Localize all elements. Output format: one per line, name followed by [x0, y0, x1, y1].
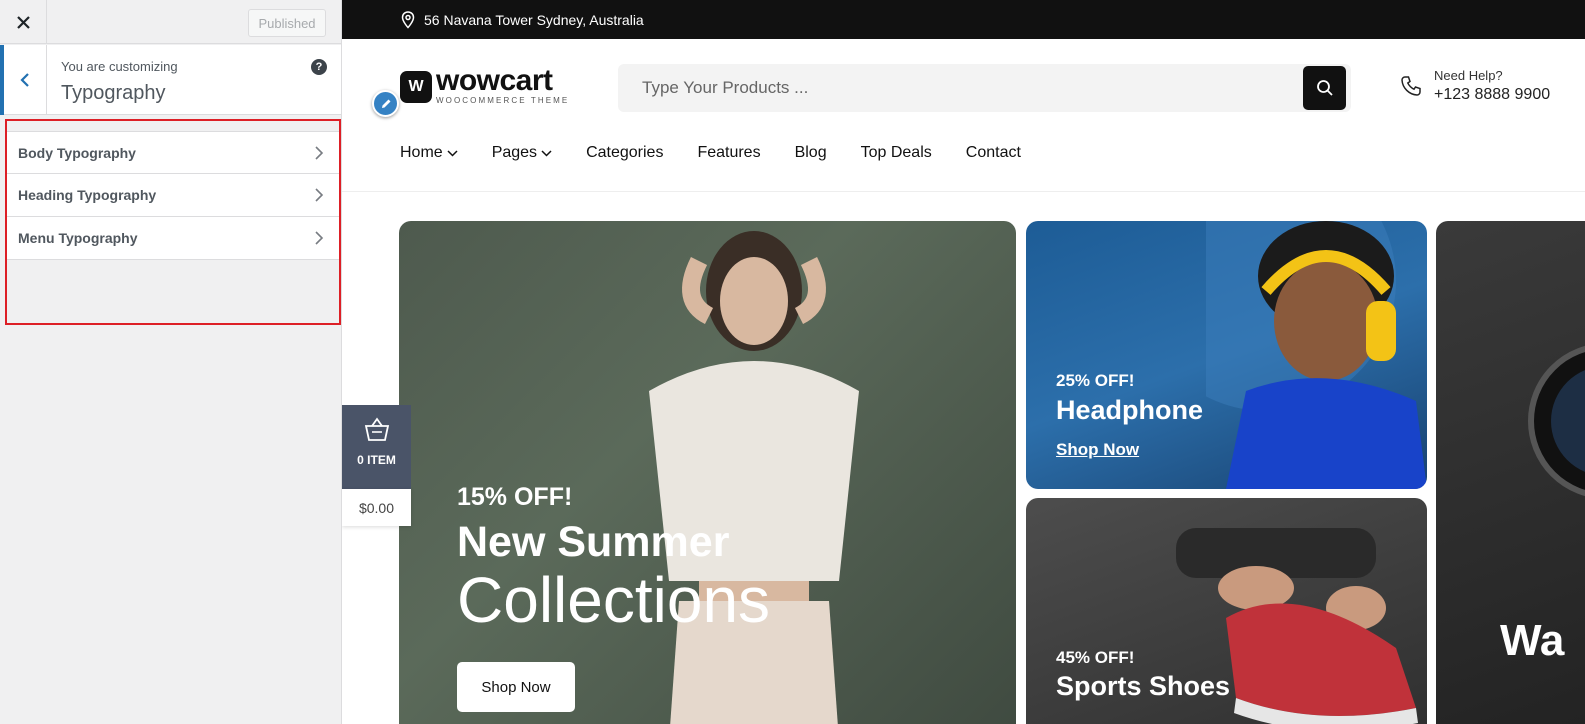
nav-label: Home: [400, 144, 443, 161]
panel-item-label: Body Typography: [18, 144, 136, 161]
model-figure-image: [649, 231, 859, 724]
main-banner-title-line2: Collections: [457, 564, 771, 636]
help-contact: Need Help? +123 8888 9900: [1400, 68, 1550, 104]
shoes-title: Sports Shoes: [1056, 671, 1231, 701]
publish-button[interactable]: Published: [248, 9, 326, 37]
close-button[interactable]: [0, 0, 47, 44]
nav-label: Features: [697, 144, 761, 161]
panel-heading-typography[interactable]: Heading Typography: [7, 174, 339, 217]
section-header: You are customizing Typography ?: [0, 45, 341, 115]
nav-categories[interactable]: Categories: [586, 144, 663, 162]
nav-label: Contact: [965, 144, 1021, 161]
location-pin-icon: [401, 10, 415, 29]
pencil-icon: [381, 99, 390, 108]
search-input[interactable]: [618, 64, 1298, 112]
chevron-right-icon: [315, 188, 324, 202]
section-title: Typography: [61, 82, 166, 104]
nav-pages[interactable]: Pages: [492, 144, 552, 162]
main-nav: Home Pages Categories Features Blog Top …: [400, 144, 1055, 162]
banner-watch: Wa: [1436, 221, 1585, 724]
nav-label: Categories: [586, 144, 664, 161]
cart-total: $0.00: [342, 489, 411, 526]
top-bar: 56 Navana Tower Sydney, Australia: [342, 0, 1585, 39]
nav-label: Pages: [491, 144, 538, 161]
site-logo[interactable]: W wowcart WOOCOMMERCE THEME: [400, 64, 570, 105]
banner-sports-shoes: 45% OFF! Sports Shoes: [1026, 498, 1427, 724]
site-preview: 56 Navana Tower Sydney, Australia W wowc…: [342, 0, 1585, 724]
help-title: Need Help?: [1434, 68, 1503, 83]
cart-summary[interactable]: 0 ITEM: [342, 405, 411, 489]
nav-blog[interactable]: Blog: [795, 144, 827, 162]
search-button[interactable]: [1303, 66, 1346, 110]
chevron-right-icon: [315, 231, 324, 245]
chevron-right-icon: [315, 146, 324, 160]
logo-text: wowcart: [436, 64, 553, 97]
headphone-discount: 25% OFF!: [1056, 371, 1135, 390]
watch-image: [1528, 345, 1585, 497]
panel-item-label: Menu Typography: [18, 230, 138, 246]
shoes-discount: 45% OFF!: [1056, 648, 1135, 667]
logo-subtitle: WOOCOMMERCE THEME: [436, 96, 570, 105]
nav-features[interactable]: Features: [697, 144, 760, 162]
headphone-model-image: [1206, 221, 1427, 489]
chevron-down-icon: [541, 149, 552, 157]
main-banner-discount: 15% OFF!: [457, 483, 573, 511]
nav-top-deals[interactable]: Top Deals: [861, 144, 932, 162]
chevron-left-icon: [20, 73, 29, 87]
main-banner-title-line1: New Summer: [457, 518, 730, 566]
logo-mark: W: [400, 70, 432, 103]
headphone-title: Headphone: [1056, 395, 1204, 425]
banner-summer-collection: 15% OFF! New Summer Collections Shop Now: [399, 221, 1016, 724]
cart-item-count: 0 ITEM: [357, 453, 396, 467]
phone-icon: [1401, 76, 1421, 96]
panel-item-label: Heading Typography: [18, 187, 157, 203]
close-icon: [16, 15, 30, 29]
nav-label: Top Deals: [860, 144, 932, 161]
search-icon: [1316, 80, 1333, 96]
customizer-sidebar: Published You are customizing Typography…: [0, 0, 342, 724]
address-text: 56 Navana Tower Sydney, Australia: [424, 11, 644, 28]
nav-home[interactable]: Home: [400, 144, 458, 162]
edit-shortcut-button[interactable]: [372, 90, 399, 117]
panel-body-typography[interactable]: Body Typography: [7, 131, 339, 174]
floating-cart[interactable]: 0 ITEM $0.00: [342, 405, 411, 526]
nav-divider: [342, 191, 1585, 192]
sidebar-header: Published: [0, 0, 341, 44]
search-box: [618, 64, 1351, 112]
banner-headphone: 25% OFF! Headphone Shop Now: [1026, 221, 1427, 489]
customizing-label: You are customizing: [61, 59, 178, 74]
watch-title: Wa: [1500, 616, 1565, 665]
back-button[interactable]: [0, 45, 47, 115]
chevron-down-icon: [447, 149, 458, 157]
help-button[interactable]: ?: [311, 59, 327, 75]
headphone-shop-now-link[interactable]: Shop Now: [1056, 440, 1139, 460]
main-banner-shop-now-button[interactable]: Shop Now: [457, 662, 575, 712]
help-phone[interactable]: +123 8888 9900: [1434, 86, 1550, 104]
nav-contact[interactable]: Contact: [966, 144, 1021, 162]
basket-icon: [364, 417, 389, 441]
typography-panel-list: Body Typography Heading Typography Menu …: [5, 119, 341, 325]
nav-label: Blog: [794, 144, 827, 161]
panel-menu-typography[interactable]: Menu Typography: [7, 217, 339, 260]
